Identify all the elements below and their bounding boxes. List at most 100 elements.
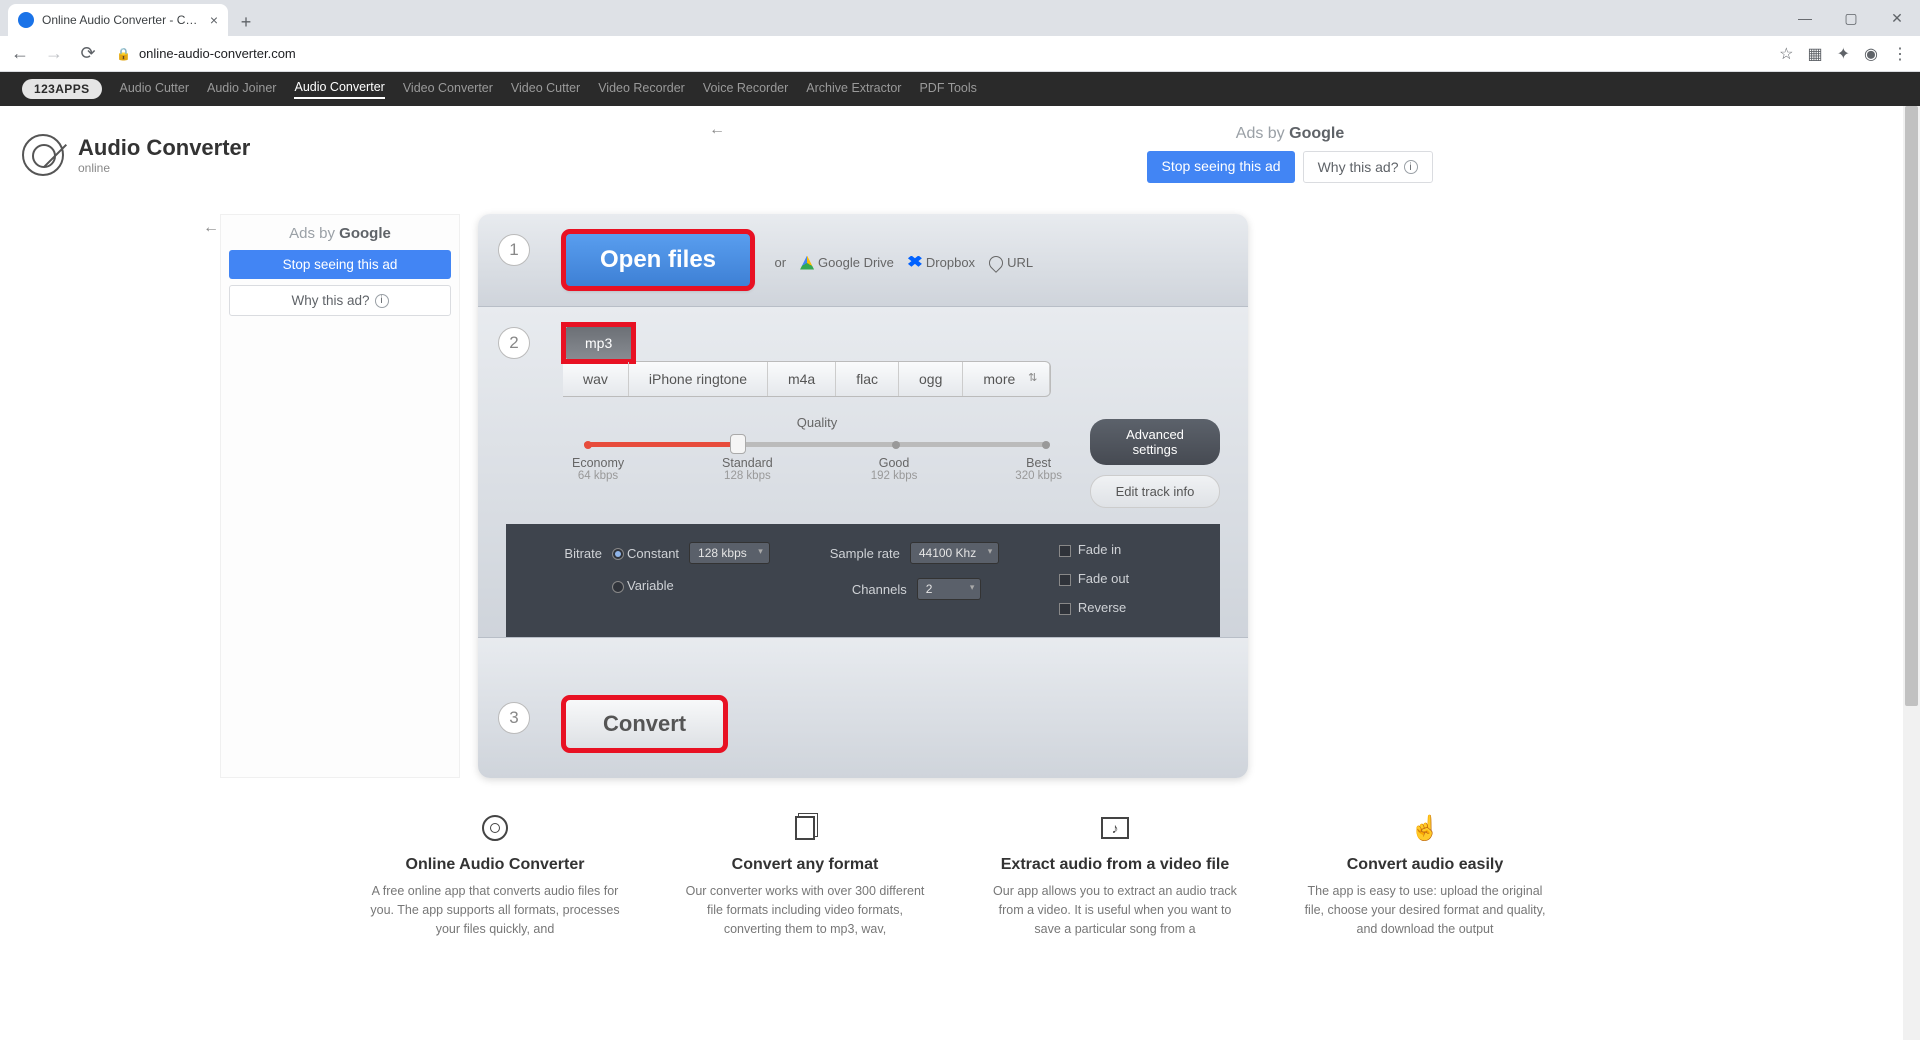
feature-title: Convert audio easily xyxy=(1300,856,1550,874)
files-icon xyxy=(680,812,930,844)
google-drive-link[interactable]: Google Drive xyxy=(800,255,894,270)
disc-icon xyxy=(370,812,620,844)
bitrate-variable-radio[interactable]: Variable xyxy=(612,578,674,593)
bitrate-label: Bitrate xyxy=(546,546,602,561)
reload-icon[interactable]: ⟳ xyxy=(76,43,100,64)
quality-label: Quality xyxy=(564,415,1070,430)
nav-pdf-tools[interactable]: PDF Tools xyxy=(919,81,976,98)
puzzle-icon[interactable]: ✦ xyxy=(1837,44,1850,64)
close-window-icon[interactable]: ✕ xyxy=(1874,0,1920,36)
url-text: online-audio-converter.com xyxy=(139,46,296,61)
dropbox-icon xyxy=(908,256,922,270)
format-tab-m4a[interactable]: m4a xyxy=(768,362,836,396)
reverse-checkbox[interactable]: Reverse xyxy=(1059,600,1129,615)
scrollbar-thumb[interactable] xyxy=(1905,106,1918,706)
why-ad-button[interactable]: Why this ad?i xyxy=(1303,151,1433,183)
feature-title: Convert any format xyxy=(680,856,930,874)
feature-desc: The app is easy to use: upload the origi… xyxy=(1300,882,1550,938)
format-tab-ogg[interactable]: ogg xyxy=(899,362,963,396)
nav-archive-extractor[interactable]: Archive Extractor xyxy=(806,81,901,98)
stop-ad-button[interactable]: Stop seeing this ad xyxy=(229,250,451,279)
convert-button[interactable]: Convert xyxy=(564,698,725,750)
nav-voice-recorder[interactable]: Voice Recorder xyxy=(703,81,788,98)
brand-icon xyxy=(22,134,64,176)
format-tab-flac[interactable]: flac xyxy=(836,362,899,396)
nav-video-cutter[interactable]: Video Cutter xyxy=(511,81,580,98)
stop-ad-button[interactable]: Stop seeing this ad xyxy=(1147,151,1294,183)
info-icon: i xyxy=(1404,160,1418,174)
close-ad-icon[interactable]: ← xyxy=(203,219,219,237)
page-content: Audio Converter online ← Ads by Google S… xyxy=(0,106,1920,1040)
page-title: Audio Converter xyxy=(78,135,250,161)
converter-panel: 1 Open files or Google Drive Dropbox URL… xyxy=(478,214,1248,778)
url-field[interactable]: 🔒 online-audio-converter.com xyxy=(110,46,1769,61)
site-logo[interactable]: 123APPS xyxy=(22,79,102,99)
feature-card: Online Audio Converter A free online app… xyxy=(370,812,620,938)
info-icon: i xyxy=(375,294,389,308)
favicon xyxy=(18,12,34,28)
maximize-icon[interactable]: ▢ xyxy=(1828,0,1874,36)
step-number: 3 xyxy=(498,702,530,734)
site-navbar: 123APPS Audio Cutter Audio Joiner Audio … xyxy=(0,72,1920,106)
side-ad-panel: ← Ads by Google Stop seeing this ad Why … xyxy=(220,214,460,778)
sample-rate-label: Sample rate xyxy=(830,546,900,561)
format-tab-more[interactable]: more xyxy=(963,362,1050,396)
browser-tab[interactable]: Online Audio Converter - Conve × xyxy=(8,4,228,36)
nav-video-recorder[interactable]: Video Recorder xyxy=(598,81,685,98)
quality-scale-labels: Economy64 kbps Standard128 kbps Good192 … xyxy=(572,456,1062,482)
feature-desc: Our converter works with over 300 differ… xyxy=(680,882,930,938)
feature-card: Convert any format Our converter works w… xyxy=(680,812,930,938)
dropbox-link[interactable]: Dropbox xyxy=(908,255,975,270)
new-tab-button[interactable]: + xyxy=(232,8,260,36)
minimize-icon[interactable]: — xyxy=(1782,0,1828,36)
bitrate-constant-radio[interactable]: Constant xyxy=(612,546,679,561)
source-links: or Google Drive Dropbox URL xyxy=(774,255,1033,270)
profile-icon[interactable]: ◉ xyxy=(1864,44,1878,64)
url-link[interactable]: URL xyxy=(989,255,1033,270)
open-files-button[interactable]: Open files xyxy=(564,232,752,288)
advanced-settings-button[interactable]: Advanced settings xyxy=(1090,419,1220,465)
feature-desc: Our app allows you to extract an audio t… xyxy=(990,882,1240,938)
fade-out-checkbox[interactable]: Fade out xyxy=(1059,571,1129,586)
fade-in-checkbox[interactable]: Fade in xyxy=(1059,542,1129,557)
step-number: 2 xyxy=(498,327,530,359)
close-ad-icon[interactable]: ← xyxy=(709,121,725,139)
tab-title: Online Audio Converter - Conve xyxy=(42,13,202,27)
format-tab-mp3[interactable]: mp3 xyxy=(565,326,633,360)
channels-select[interactable]: 2 xyxy=(917,578,982,600)
step-1: 1 Open files or Google Drive Dropbox URL xyxy=(478,214,1248,307)
step-2: 2 mp3 wav iPhone ringtone m4a flac ogg m… xyxy=(478,307,1248,638)
edit-track-info-button[interactable]: Edit track info xyxy=(1090,475,1220,508)
ads-by-label: Ads by Google xyxy=(717,125,1863,143)
nav-audio-cutter[interactable]: Audio Cutter xyxy=(120,81,189,98)
feature-title: Online Audio Converter xyxy=(370,856,620,874)
quality-slider[interactable] xyxy=(584,438,1050,450)
back-icon[interactable]: ← xyxy=(8,43,32,64)
channels-label: Channels xyxy=(830,582,907,597)
nav-audio-converter[interactable]: Audio Converter xyxy=(294,80,384,99)
brand-header: Audio Converter online xyxy=(0,106,700,176)
extension-icon[interactable]: ▦ xyxy=(1808,44,1823,64)
slider-handle[interactable] xyxy=(730,434,746,454)
format-tab-iphone[interactable]: iPhone ringtone xyxy=(629,362,768,396)
nav-audio-joiner[interactable]: Audio Joiner xyxy=(207,81,277,98)
format-tab-wav[interactable]: wav xyxy=(563,362,629,396)
feature-desc: A free online app that converts audio fi… xyxy=(370,882,620,938)
format-mp3-highlight: mp3 xyxy=(564,325,633,361)
bitrate-select[interactable]: 128 kbps xyxy=(689,542,770,564)
link-icon xyxy=(986,253,1006,273)
browser-tab-strip: Online Audio Converter - Conve × + — ▢ ✕ xyxy=(0,0,1920,36)
close-tab-icon[interactable]: × xyxy=(210,12,218,28)
menu-icon[interactable]: ⋮ xyxy=(1892,44,1908,64)
sample-rate-select[interactable]: 44100 Khz xyxy=(910,542,999,564)
nav-video-converter[interactable]: Video Converter xyxy=(403,81,493,98)
page-subtitle: online xyxy=(78,161,250,175)
google-drive-icon xyxy=(800,256,814,270)
step-number: 1 xyxy=(498,234,530,266)
top-ad-banner: ← Ads by Google Stop seeing this ad Why … xyxy=(700,116,1880,198)
ads-by-label: Ads by Google xyxy=(229,225,451,242)
star-icon[interactable]: ☆ xyxy=(1779,44,1793,64)
pointer-icon: ☝ xyxy=(1300,812,1550,844)
why-ad-button[interactable]: Why this ad?i xyxy=(229,285,451,316)
advanced-panel: Bitrate Constant 128 kbps Variable Sampl… xyxy=(506,524,1220,637)
